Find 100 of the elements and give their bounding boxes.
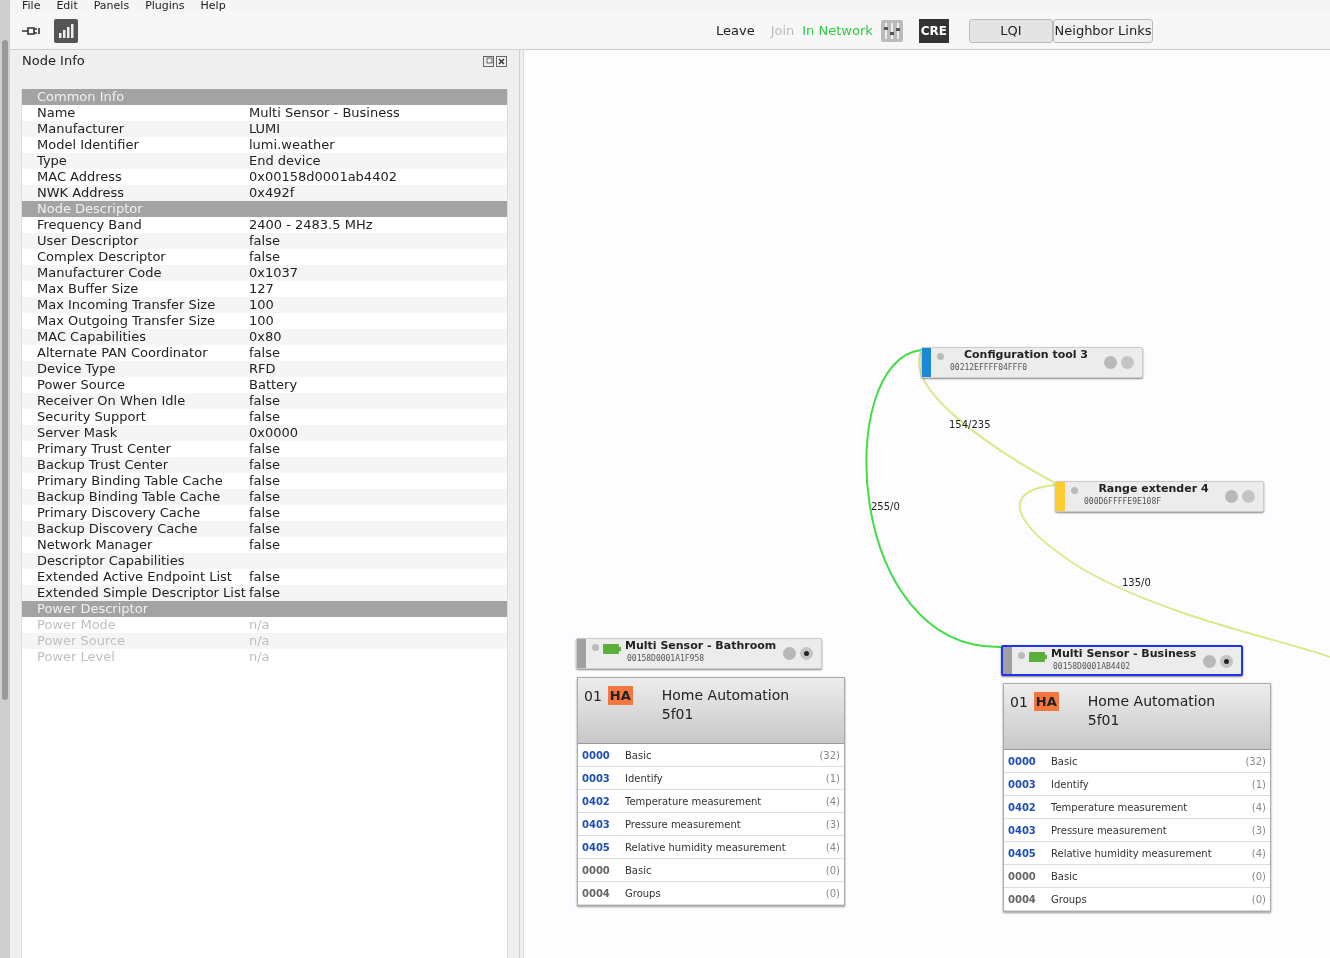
- node-address: 00212EFFFF04FFF0: [949, 362, 1029, 374]
- property-value: false: [249, 521, 280, 537]
- cluster-id: 0000: [582, 863, 611, 878]
- property-label: Power Mode: [36, 617, 117, 633]
- node-name: Multi Sensor - Bathroom: [625, 639, 778, 652]
- property-label: User Descriptor: [36, 233, 140, 249]
- attribute-count: (4): [1251, 800, 1266, 815]
- node-card[interactable]: Configuration tool 3 00212EFFFF04FFF0: [921, 347, 1143, 378]
- menu-item[interactable]: Help: [200, 0, 226, 12]
- cluster-id: 0004: [1008, 892, 1037, 907]
- attribute-count: (4): [1251, 846, 1266, 861]
- property-value: n/a: [249, 617, 270, 633]
- close-icon[interactable]: [496, 55, 507, 67]
- property-label: Receiver On When Idle: [36, 393, 187, 409]
- cre-button[interactable]: CRE: [918, 18, 949, 43]
- property-label: Primary Binding Table Cache: [36, 473, 224, 489]
- property-label: Backup Trust Center: [36, 457, 170, 473]
- property-label: Extended Active Endpoint List: [36, 569, 233, 585]
- menu-item[interactable]: Panels: [93, 0, 130, 12]
- property-label: Alternate PAN Coordinator: [36, 345, 209, 361]
- cluster-name: Temperature measurement: [1051, 800, 1189, 815]
- property-value: LUMI: [249, 121, 281, 137]
- cluster-id: 0405: [1008, 846, 1037, 861]
- property-value: 0x0000: [249, 425, 299, 441]
- property-value: 0x00158d0001ab4402: [249, 169, 397, 185]
- device-id: 5f01: [1087, 711, 1121, 730]
- property-label: Frequency Band: [36, 217, 143, 233]
- property-value: lumi.weather: [249, 137, 335, 153]
- property-value: 127: [249, 281, 274, 297]
- cluster-name: Basic: [625, 863, 653, 878]
- property-label: Max Outgoing Transfer Size: [36, 313, 217, 329]
- property-value: 0x492f: [249, 185, 295, 201]
- attribute-count: (4): [825, 794, 840, 809]
- property-value: 2400 - 2483.5 MHz: [249, 217, 373, 233]
- plug-icon[interactable]: [22, 25, 42, 36]
- menu-item[interactable]: File: [22, 0, 41, 12]
- link-label: 255/0: [871, 500, 900, 514]
- property-value: RFD: [249, 361, 276, 377]
- cluster-id: 0403: [582, 817, 611, 832]
- property-label: Network Manager: [36, 537, 154, 553]
- property-label: Extended Simple Descriptor List: [36, 585, 247, 601]
- attribute-count: (1): [1251, 777, 1266, 792]
- attribute-count: (4): [825, 840, 840, 855]
- property-value: 0x80: [249, 329, 282, 345]
- attribute-count: (0): [1251, 892, 1266, 907]
- device-id: 5f01: [661, 705, 695, 724]
- cluster-name: Basic: [625, 748, 653, 763]
- property-label: Backup Discovery Cache: [36, 521, 199, 537]
- cluster-name: Relative humidity measurement: [1051, 846, 1213, 861]
- property-label: Complex Descriptor: [36, 249, 167, 265]
- cluster-id: 0003: [1008, 777, 1037, 792]
- profile-badge: HA: [607, 686, 633, 705]
- property-value: n/a: [249, 649, 270, 665]
- property-value: false: [249, 345, 280, 361]
- signal-bars-icon[interactable]: [54, 18, 78, 43]
- menu-item[interactable]: Edit: [56, 0, 78, 12]
- property-label: Power Level: [36, 649, 116, 665]
- node-address: 000D6FFFFE9E108F: [1083, 496, 1163, 508]
- property-label: Backup Binding Table Cache: [36, 489, 222, 505]
- property-value: false: [249, 393, 280, 409]
- attribute-count: (0): [1251, 869, 1266, 884]
- profile-badge: HA: [1033, 692, 1059, 711]
- property-label: Power Source: [36, 377, 127, 393]
- attribute-count: (3): [825, 817, 840, 832]
- cluster-id: 0402: [1008, 800, 1037, 815]
- cluster-id: 0000: [1008, 754, 1037, 769]
- menu-item[interactable]: Plugins: [145, 0, 185, 12]
- property-label: MAC Capabilities: [36, 329, 147, 345]
- sliders-icon[interactable]: [880, 19, 903, 42]
- property-label: NWK Address: [36, 185, 125, 201]
- property-value: false: [249, 457, 280, 473]
- cluster-id: 0000: [1008, 869, 1037, 884]
- node-card[interactable]: Range extender 4 000D6FFFFE9E108F: [1055, 481, 1264, 512]
- property-label: Name: [36, 105, 77, 121]
- link-label: 135/0: [1122, 576, 1151, 590]
- profile-name: Home Automation: [661, 686, 790, 705]
- section-header: Node Descriptor: [22, 201, 507, 217]
- section-header: Common Info: [22, 89, 507, 105]
- float-icon[interactable]: [483, 55, 494, 67]
- toolbar-button[interactable]: Neighbor Links: [1053, 18, 1153, 43]
- property-value: false: [249, 569, 280, 585]
- property-label: Model Identifier: [36, 137, 140, 153]
- cluster-name: Basic: [1051, 869, 1079, 884]
- cluster-name: Pressure measurement: [1051, 823, 1168, 838]
- node-card[interactable]: Multi Sensor - Bathroom 00158D0001A1F958: [576, 638, 822, 669]
- toolbar-button[interactable]: LQI: [969, 18, 1053, 43]
- node-card[interactable]: Multi Sensor - Business 00158D0001AB4402: [1001, 645, 1243, 676]
- panel-title: Node Info: [22, 52, 85, 71]
- scrollbar[interactable]: [2, 40, 8, 700]
- property-label: Primary Trust Center: [36, 441, 172, 457]
- cluster-id: 0403: [1008, 823, 1037, 838]
- attribute-count: (0): [825, 863, 840, 878]
- endpoint-number: 01: [584, 687, 602, 706]
- section-header: Power Descriptor: [22, 601, 507, 617]
- cluster-name: Relative humidity measurement: [625, 840, 787, 855]
- cluster-name: Basic: [1051, 754, 1079, 769]
- cluster-id: 0004: [582, 886, 611, 901]
- cluster-id: 0000: [582, 748, 611, 763]
- leave-button[interactable]: Leave: [715, 20, 755, 41]
- property-label: MAC Address: [36, 169, 123, 185]
